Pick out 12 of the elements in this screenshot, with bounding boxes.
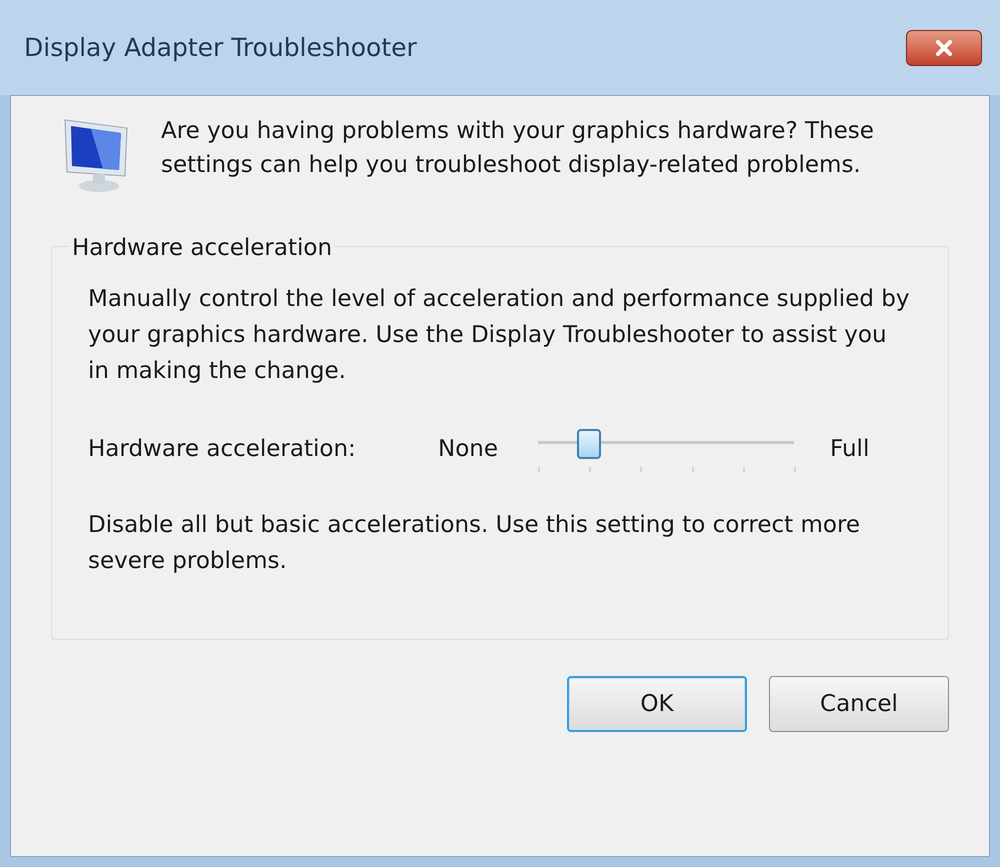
slider-thumb[interactable] bbox=[577, 429, 602, 459]
min-label: None bbox=[438, 434, 500, 464]
max-label: Full bbox=[830, 434, 870, 464]
dialog-button[interactable]: Cancel bbox=[769, 676, 949, 732]
dialog-button[interactable]: OK bbox=[567, 676, 747, 732]
hint-text: Disable all but basic accelerations. Use this setting to correct more severe problems. bbox=[88, 511, 862, 576]
close-button[interactable] bbox=[906, 30, 982, 66]
close-icon bbox=[934, 38, 954, 58]
window-title: Display Adapter Troubleshooter bbox=[24, 32, 417, 64]
slider-label: Hardware acceleration: bbox=[88, 434, 357, 464]
description-text: Manually control the level of acceleration and performance supplied by your graphics hardware. Use the Display Troubleshooter to assist you in making the change. bbox=[88, 285, 910, 386]
intro-text: Are you having problems with your graphics hardware? These settings can help you troubleshoot display-related problems. bbox=[161, 117, 875, 180]
